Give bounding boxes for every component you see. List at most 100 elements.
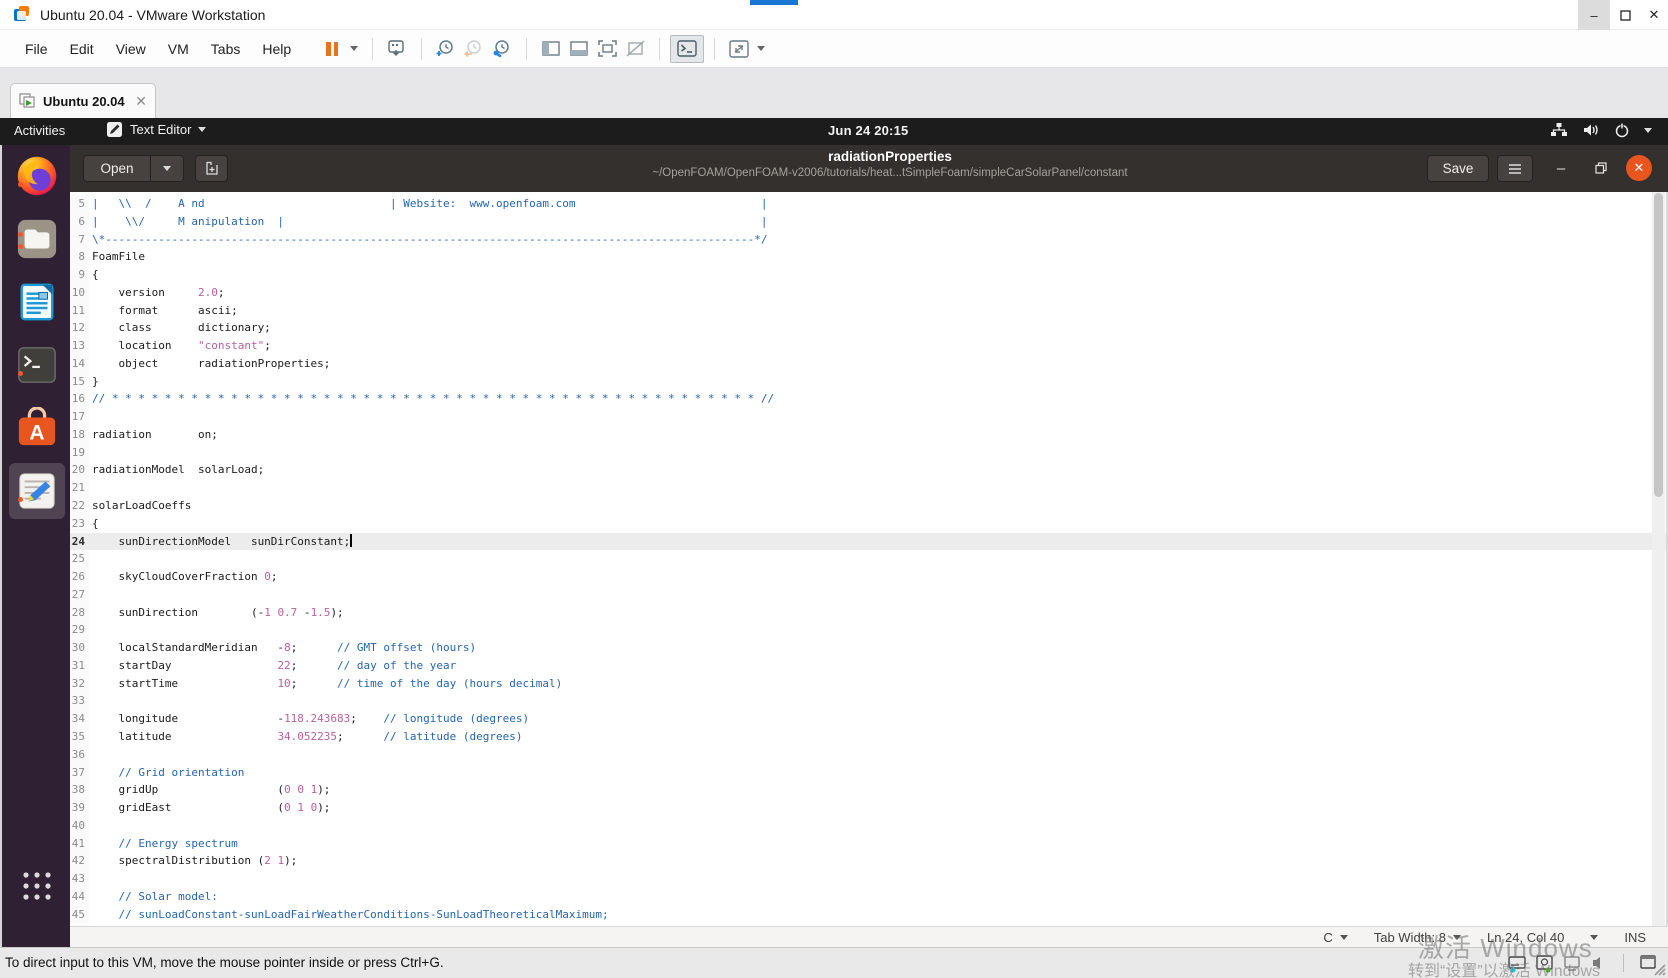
dock-item-firefox[interactable] (14, 153, 60, 199)
fullscreen-dropdown[interactable] (753, 34, 769, 64)
pause-vm-button[interactable] (318, 34, 346, 64)
gedit-minimize-button[interactable]: – (1548, 155, 1574, 181)
menu-help[interactable]: Help (251, 30, 302, 67)
code-line-35[interactable]: 35 latitude 34.052235; // latitude (degr… (70, 727, 1668, 746)
insert-mode[interactable]: INS (1624, 930, 1646, 945)
code-line-38[interactable]: 38 gridUp (0 0 1); (70, 781, 1668, 800)
window-resize-grip[interactable] (1652, 962, 1666, 976)
code-line-12[interactable]: 12 class dictionary; (70, 319, 1668, 338)
code-line-44[interactable]: 44 // Solar model: (70, 887, 1668, 906)
line-number: 20 (70, 461, 89, 480)
menu-file[interactable]: File (14, 30, 59, 67)
code-line-19[interactable]: 19 (70, 443, 1668, 462)
vmware-tabstrip: Ubuntu 20.04 ✕ (0, 68, 1668, 118)
editor-scrollbar-thumb[interactable] (1654, 193, 1663, 497)
code-line-24[interactable]: 24 sunDirectionModel sunDirConstant; (70, 532, 1668, 551)
code-line-39[interactable]: 39 gridEast (0 1 0); (70, 799, 1668, 817)
open-button[interactable]: Open (83, 155, 151, 182)
code-line-41[interactable]: 41 // Energy spectrum (70, 834, 1668, 853)
code-line-6[interactable]: 6 | \\/ M anipulation | | (70, 212, 1668, 231)
code-line-45[interactable]: 45 // sunLoadConstant-sunLoadFairWeather… (70, 905, 1668, 924)
code-line-8[interactable]: 8 FoamFile (70, 248, 1668, 267)
take-snapshot-button[interactable] (432, 34, 460, 64)
code-line-21[interactable]: 21 (70, 479, 1668, 498)
code-line-37[interactable]: 37 // Grid orientation (70, 763, 1668, 782)
pause-vm-dropdown[interactable] (346, 34, 362, 64)
unity-mode-button[interactable] (621, 34, 649, 64)
vm-tab-close-icon[interactable]: ✕ (135, 94, 147, 108)
save-button[interactable]: Save (1427, 155, 1489, 182)
code-line-17[interactable]: 17 (70, 408, 1668, 426)
code-line-10[interactable]: 10 version 2.0; (70, 283, 1668, 302)
text-editor-view[interactable]: 5 | \\ / A nd | Website: www.openfoam.com… (70, 192, 1668, 926)
new-document-button[interactable] (195, 155, 228, 182)
code-line-27[interactable]: 27 (70, 585, 1668, 604)
revert-snapshot-button[interactable] (460, 34, 488, 64)
manage-snapshots-button[interactable] (488, 34, 516, 64)
cdrom-device-icon[interactable] (1535, 953, 1555, 973)
sound-device-icon[interactable] (1591, 954, 1609, 972)
clock[interactable]: Jun 24 20:15 (828, 123, 908, 138)
dock-item-libreoffice-writer[interactable] (14, 279, 60, 325)
code-line-42[interactable]: 42 spectralDistribution (2 1); (70, 852, 1668, 871)
open-dropdown-button[interactable] (151, 155, 184, 182)
app-menu-text-editor[interactable]: Text Editor (106, 121, 207, 138)
code-line-20[interactable]: 20 radiationModel solarLoad; (70, 461, 1668, 480)
cursor-position[interactable]: Ln 24, Col 40 (1487, 930, 1564, 945)
code-line-11[interactable]: 11 format ascii; (70, 301, 1668, 320)
menu-tabs[interactable]: Tabs (200, 30, 252, 67)
code-line-13[interactable]: 13 location "constant"; (70, 337, 1668, 355)
show-library-button[interactable] (537, 34, 565, 64)
editor-lines[interactable]: 5 | \\ / A nd | Website: www.openfoam.com… (70, 192, 1668, 924)
system-tray[interactable] (1550, 122, 1652, 138)
code-line-9[interactable]: 9{ (70, 266, 1668, 284)
harddisk-device-icon[interactable] (1507, 953, 1527, 973)
menu-view[interactable]: View (105, 30, 157, 67)
activities-button[interactable]: Activities (14, 123, 65, 138)
code-line-7[interactable]: 7 \*-------------------------------------… (70, 230, 1668, 249)
vm-tab-ubuntu[interactable]: Ubuntu 20.04 ✕ (10, 83, 156, 118)
tab-width-selector[interactable]: Tab Width: 8 (1374, 930, 1461, 945)
code-line-15[interactable]: 15} (70, 372, 1668, 391)
code-line-31[interactable]: 31 startDay 22; // day of the year (70, 656, 1668, 675)
code-line-14[interactable]: 14 object radiationProperties; (70, 354, 1668, 373)
language-selector[interactable]: C (1323, 930, 1348, 945)
window-minimize-button[interactable]: – (1578, 0, 1610, 30)
code-line-28[interactable]: 28 sunDirection (-1 0.7 -1.5); (70, 603, 1668, 622)
goto-line-dropdown[interactable] (1590, 934, 1599, 940)
menu-edit[interactable]: Edit (59, 30, 105, 67)
network-device-icon[interactable] (1563, 954, 1583, 972)
window-maximize-button[interactable] (1610, 0, 1640, 30)
code-line-18[interactable]: 18 radiation on; (70, 425, 1668, 444)
enter-fullscreen-button[interactable] (725, 34, 753, 64)
code-line-5[interactable]: 5 | \\ / A nd | Website: www.openfoam.com… (70, 195, 1668, 213)
code-line-29[interactable]: 29 (70, 621, 1668, 640)
code-line-25[interactable]: 25 (70, 550, 1668, 569)
code-line-33[interactable]: 33 (70, 692, 1668, 711)
hamburger-menu-button[interactable] (1497, 155, 1533, 182)
menu-vm[interactable]: VM (157, 30, 200, 67)
gedit-close-button[interactable]: ✕ (1626, 155, 1652, 181)
dock-item-files[interactable] (14, 216, 60, 262)
code-line-30[interactable]: 30 localStandardMeridian -8; // GMT offs… (70, 639, 1668, 657)
dock-item-terminal[interactable] (14, 342, 60, 388)
code-line-40[interactable]: 40 (70, 816, 1668, 835)
code-line-34[interactable]: 34 longitude -118.243683; // longitude (… (70, 710, 1668, 728)
send-ctrl-alt-del-button[interactable] (383, 34, 411, 64)
code-line-43[interactable]: 43 (70, 870, 1668, 888)
code-line-36[interactable]: 36 (70, 745, 1668, 764)
window-close-button[interactable]: ✕ (1640, 0, 1668, 30)
show-thumbnail-bar-button[interactable] (565, 34, 593, 64)
code-line-22[interactable]: 22 solarLoadCoeffs (70, 497, 1668, 515)
code-line-32[interactable]: 32 startTime 10; // time of the day (hou… (70, 674, 1668, 693)
console-view-button[interactable] (670, 34, 705, 63)
fullscreen-stretch-button[interactable] (593, 34, 621, 64)
gedit-restore-button[interactable] (1588, 155, 1614, 181)
dock-item-show-applications[interactable] (14, 863, 60, 909)
code-line-16[interactable]: 16// * * * * * * * * * * * * * * * * * *… (70, 390, 1668, 409)
code-line-23[interactable]: 23{ (70, 514, 1668, 533)
dock-item-text-editor[interactable] (14, 468, 60, 514)
code-line-26[interactable]: 26 skyCloudCoverFraction 0; (70, 568, 1668, 586)
dock-item-ubuntu-software[interactable]: A (14, 405, 60, 451)
